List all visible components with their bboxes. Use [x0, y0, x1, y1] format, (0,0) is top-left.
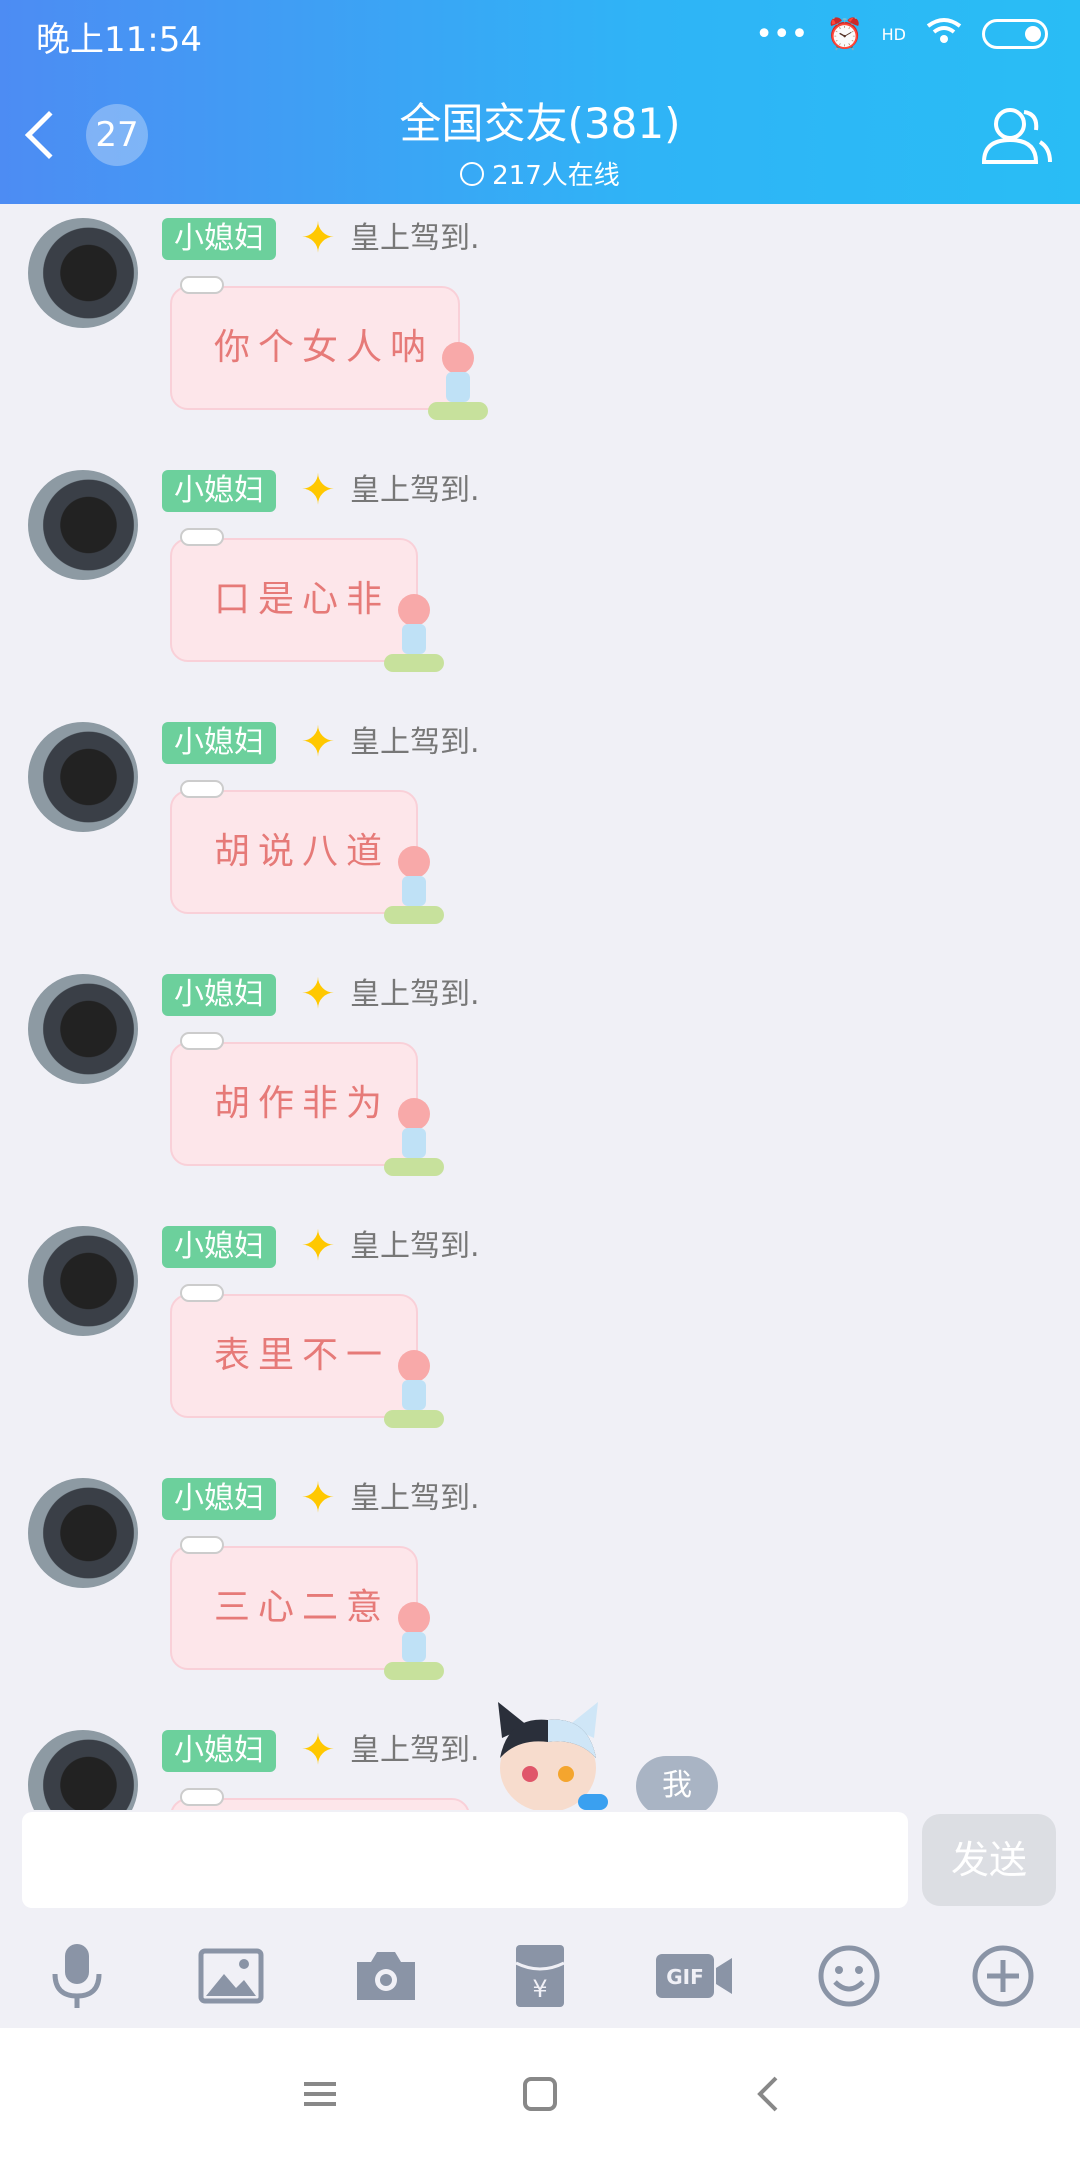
signal-icon: HD — [881, 24, 906, 44]
wifi-icon — [924, 14, 964, 54]
message-bubble[interactable]: 胡说八道 — [170, 790, 418, 914]
chat-message: 小媳妇 ✦ 皇上驾到. 胡作非为 — [0, 960, 1080, 1212]
member-title-tag: 小媳妇 — [162, 722, 276, 764]
status-icons: ••• ⏰ HD — [755, 14, 1048, 54]
red-packet-icon[interactable]: ¥ — [496, 1932, 584, 2020]
quick-reply-chip[interactable]: 我 — [636, 1756, 718, 1816]
group-members-icon[interactable] — [980, 104, 1052, 166]
home-icon[interactable] — [510, 2064, 570, 2124]
alarm-icon: ⏰ — [826, 16, 864, 52]
chat-message: 小媳妇 ✦ 皇上驾到. 三心二意 — [0, 1464, 1080, 1716]
send-button[interactable]: 发送 — [922, 1814, 1056, 1906]
bubble-girl-sticker-icon — [384, 846, 444, 926]
message-bubble[interactable]: 胡作非为 — [170, 1042, 418, 1166]
star-badge-icon: ✦ — [300, 1221, 336, 1270]
microphone-icon[interactable] — [33, 1932, 121, 2020]
avatar[interactable] — [28, 974, 138, 1084]
avatar[interactable] — [28, 218, 138, 328]
sender-name[interactable]: 皇上驾到. — [350, 1730, 480, 1772]
message-bubble[interactable]: 口是心非 — [170, 538, 418, 662]
bubble-girl-sticker-icon — [384, 594, 444, 674]
status-time: 晚上11:54 — [36, 20, 202, 60]
system-nav-bar — [0, 2028, 1080, 2160]
battery-icon — [982, 19, 1048, 49]
message-input[interactable] — [22, 1812, 908, 1908]
input-row: 发送 — [0, 1810, 1080, 1924]
star-badge-icon: ✦ — [300, 717, 336, 766]
member-title-tag: 小媳妇 — [162, 1478, 276, 1520]
avatar[interactable] — [28, 1226, 138, 1336]
message-bubble[interactable]: 三心二意 — [170, 1546, 418, 1670]
avatar[interactable] — [28, 722, 138, 832]
header: 晚上11:54 ••• ⏰ HD 27 全国交友(381) 217人在线 — [0, 0, 1080, 204]
member-title-tag: 小媳妇 — [162, 218, 276, 260]
avatar[interactable] — [28, 470, 138, 580]
image-icon[interactable] — [187, 1932, 275, 2020]
member-title-tag: 小媳妇 — [162, 1226, 276, 1268]
bubble-girl-sticker-icon — [384, 1350, 444, 1430]
chevron-down-circle-icon — [460, 161, 485, 186]
svg-text:GIF: GIF — [667, 1965, 705, 1989]
star-badge-icon: ✦ — [300, 465, 336, 514]
message-bubble[interactable]: 你个女人呐 — [170, 286, 460, 410]
svg-text:¥: ¥ — [532, 1975, 547, 2003]
sender-name[interactable]: 皇上驾到. — [350, 1478, 480, 1520]
back-nav-icon[interactable] — [738, 2064, 798, 2124]
bubble-girl-sticker-icon — [384, 1602, 444, 1682]
input-toolbar: ¥ GIF — [0, 1924, 1080, 2028]
emoji-icon[interactable] — [805, 1932, 893, 2020]
chat-message: 小媳妇 ✦ 皇上驾到. 口是心非 — [0, 456, 1080, 708]
bubble-girl-sticker-icon — [384, 1098, 444, 1178]
cloud-icon — [180, 528, 224, 546]
member-title-tag: 小媳妇 — [162, 1730, 276, 1772]
sender-name[interactable]: 皇上驾到. — [350, 722, 480, 764]
sender-name[interactable]: 皇上驾到. — [350, 470, 480, 512]
avatar[interactable] — [28, 1730, 138, 1810]
online-count: 217人在线 — [0, 155, 1080, 192]
sender-name[interactable]: 皇上驾到. — [350, 218, 480, 260]
cloud-icon — [180, 1032, 224, 1050]
gif-icon[interactable]: GIF — [650, 1932, 738, 2020]
chat-message: 小媳妇 ✦ 皇上驾到. 你个女人呐 — [0, 204, 1080, 456]
camera-icon[interactable] — [342, 1932, 430, 2020]
chat-list[interactable]: 小媳妇 ✦ 皇上驾到. 你个女人呐 小媳妇 ✦ 皇上驾到. 口是心非 小媳妇 ✦… — [0, 204, 1080, 1810]
group-title: 全国交友(381) — [399, 99, 681, 148]
sender-name[interactable]: 皇上驾到. — [350, 1226, 480, 1268]
sender-name[interactable]: 皇上驾到. — [350, 974, 480, 1016]
cloud-icon — [180, 1284, 224, 1302]
cloud-icon — [180, 1536, 224, 1554]
star-badge-icon: ✦ — [300, 969, 336, 1018]
star-badge-icon: ✦ — [300, 1725, 336, 1774]
cloud-icon — [180, 780, 224, 798]
member-title-tag: 小媳妇 — [162, 470, 276, 512]
member-title-tag: 小媳妇 — [162, 974, 276, 1016]
star-badge-icon: ✦ — [300, 1473, 336, 1522]
chat-message: 小媳妇 ✦ 皇上驾到. 表里不一 — [0, 1212, 1080, 1464]
cat-sticker-icon[interactable] — [488, 1698, 608, 1810]
menu-icon[interactable] — [290, 2064, 350, 2124]
chat-message: 小媳妇 ✦ 皇上驾到. 胡说八道 — [0, 708, 1080, 960]
bubble-girl-sticker-icon — [428, 342, 488, 422]
cloud-icon — [180, 276, 224, 294]
message-bubble[interactable]: 表里不一 — [170, 1294, 418, 1418]
title-area[interactable]: 全国交友(381) 217人在线 — [0, 90, 1080, 192]
avatar[interactable] — [28, 1478, 138, 1588]
online-count-text: 217人在线 — [492, 161, 620, 191]
more-dots-icon: ••• — [755, 16, 809, 52]
plus-icon[interactable] — [959, 1932, 1047, 2020]
cloud-icon — [180, 1788, 224, 1806]
star-badge-icon: ✦ — [300, 213, 336, 262]
